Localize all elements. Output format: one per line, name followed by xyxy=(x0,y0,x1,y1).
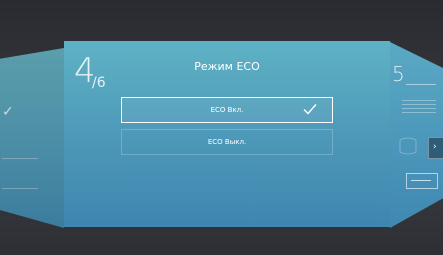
next-step-panel[interactable]: 5 › xyxy=(390,42,443,228)
divider xyxy=(2,188,38,189)
setup-wizard-screen: ✓ 4 /6 Режим ECO ECO Вкл. ECO Выкл. 5 › xyxy=(0,0,443,255)
eco-on-option[interactable]: ECO Вкл. xyxy=(121,97,333,123)
next-step-description xyxy=(402,97,436,116)
check-icon: ✓ xyxy=(2,104,14,120)
next-step-button[interactable] xyxy=(406,173,438,189)
next-step-number: 5 xyxy=(392,62,405,86)
remote-outline-icon xyxy=(399,137,417,155)
chevron-right-button[interactable]: › xyxy=(428,137,443,159)
eco-off-option[interactable]: ECO Выкл. xyxy=(121,129,333,155)
step-total: /6 xyxy=(92,75,106,91)
option-label: ECO Вкл. xyxy=(210,106,244,114)
previous-step-panel[interactable]: ✓ xyxy=(0,48,64,228)
eco-mode-step-panel: 4 /6 Режим ECO ECO Вкл. ECO Выкл. xyxy=(64,41,390,227)
next-step-heading xyxy=(406,82,436,94)
chevron-right-icon: › xyxy=(433,142,437,152)
check-icon xyxy=(303,104,317,115)
divider xyxy=(2,158,38,159)
option-label: ECO Выкл. xyxy=(207,138,247,146)
page-title: Режим ECO xyxy=(194,60,260,73)
